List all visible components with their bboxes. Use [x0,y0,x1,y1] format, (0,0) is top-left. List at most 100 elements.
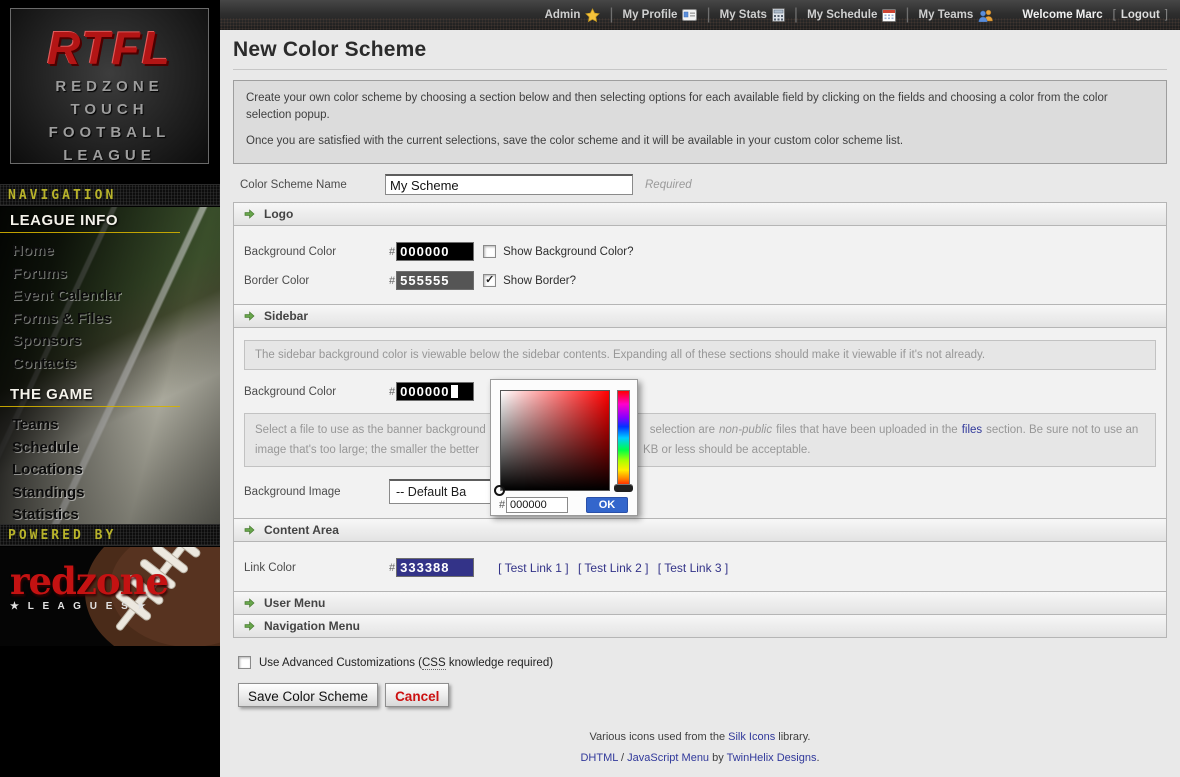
league-logo[interactable]: RTFL REDZONE TOUCH FOOTBALL LEAGUE [10,8,209,164]
sidebar-section-league-info: LEAGUE INFO Home Forums Event Calendar F… [0,212,220,375]
note-text: section. Be sure not to use an [986,424,1138,436]
redzone-leagues-logo[interactable]: redzone ★ L E A G U E S ★ [0,547,220,646]
saturation-value-square[interactable] [500,390,610,491]
footer-text: by [709,752,727,764]
sidebar-item-home[interactable]: Home [0,240,220,263]
league-logo-line: TOUCH [11,98,208,121]
redzone-logo-title: redzone [10,563,168,599]
sidebar-section-title: THE GAME [0,386,180,407]
files-link[interactable]: files [962,424,982,436]
section-header-user-menu[interactable]: User Menu [233,591,1167,615]
section-title: Logo [264,207,293,221]
topbar-item-my-teams[interactable]: My Teams [919,9,995,22]
banner-image-note: Select a file to use as the banner backg… [244,413,1156,467]
footer-text: Various icons used from the [590,731,729,743]
save-color-scheme-button[interactable]: Save Color Scheme [238,683,378,707]
sidebar-item-schedule[interactable]: Schedule [0,437,220,460]
topbar-item-label: My Schedule [807,9,877,21]
hue-slider-handle[interactable] [614,484,633,492]
sidebar-item-sponsors[interactable]: Sponsors [0,330,220,353]
cancel-button[interactable]: Cancel [385,683,449,707]
sidebar-item-standings[interactable]: Standings [0,482,220,505]
twinhelix-link[interactable]: TwinHelix Designs [727,752,817,764]
color-swatch-sidebar-bg[interactable]: 000000 [396,382,474,401]
color-swatch-logo-border[interactable]: 555555 [396,271,474,290]
logout-button[interactable]: Logout [1121,9,1160,21]
topbar-item-admin[interactable]: Admin [545,8,601,23]
note-text: Select a file to use as the banner backg… [255,424,486,436]
section-header-navigation-menu[interactable]: Navigation Menu [233,614,1167,638]
picker-ok-button[interactable]: OK [586,497,628,513]
picker-hex-input[interactable] [506,497,568,513]
dhtml-link[interactable]: DHTML [580,752,617,764]
sidebar-item-locations[interactable]: Locations [0,459,220,482]
scheme-name-input[interactable] [385,174,633,195]
sidebar-item-forms-files[interactable]: Forms & Files [0,308,220,331]
expand-arrow-icon [243,620,255,632]
color-swatch-link-color[interactable]: 333388 [396,558,474,577]
field-row-logo-bg: Background Color # 000000 Show Backgroun… [244,242,1156,261]
label-text: knowledge required) [446,657,553,669]
note-text-italic: non-public [719,424,772,436]
sidebar-item-event-calendar[interactable]: Event Calendar [0,285,220,308]
field-row-background-image: Background Image -- Default Ba [244,479,1156,504]
silk-icons-link[interactable]: Silk Icons [728,731,775,743]
hue-slider-bar[interactable] [617,390,630,486]
hex-hash: # [389,275,395,287]
note-text: files that have been uploaded in the [776,424,958,436]
section-body-sidebar: The sidebar background color is viewable… [233,327,1167,519]
hex-hash: # [389,386,395,398]
footer-text: / [618,752,627,764]
banner-note-line: image that's too large; the smaller the … [255,440,1145,460]
show-border-checkbox[interactable] [483,274,496,287]
expand-arrow-icon [243,310,255,322]
sidebar-nav-list: Home Forums Event Calendar Forms & Files… [0,240,220,375]
section-header-content-area[interactable]: Content Area [233,518,1167,542]
sidebar-bg-note: The sidebar background color is viewable… [244,340,1156,370]
footer-credits-menu: DHTML / JavaScript Menu by TwinHelix Des… [233,752,1167,764]
topbar-item-my-schedule[interactable]: My Schedule [807,8,896,22]
banner-note-line: Select a file to use as the banner backg… [255,420,1145,440]
field-label: Background Image [244,486,389,498]
advanced-customizations-checkbox[interactable] [238,656,251,669]
logout-control: [ Logout ] [1113,9,1168,21]
sidebar-item-contacts[interactable]: Contacts [0,353,220,376]
field-label: Border Color [244,275,389,287]
field-row-sidebar-bg: Background Color # 000000 [244,382,1156,401]
note-text: KB or less should be acceptable. [643,444,811,456]
main-content: New Color Scheme Create your own color s… [220,30,1180,777]
test-link-1[interactable]: [ Test Link 1 ] [498,561,568,575]
test-link-2[interactable]: [ Test Link 2 ] [578,561,648,575]
required-note: Required [645,179,692,191]
topbar-item-my-profile[interactable]: My Profile [623,9,698,21]
group-icon [978,9,994,22]
hex-hash: # [389,246,395,258]
section-header-logo[interactable]: Logo [233,202,1167,226]
note-text: selection are [650,424,715,436]
redzone-logo-subtitle: ★ L E A G U E S ★ [10,601,168,612]
intro-box: Create your own color scheme by choosing… [233,80,1167,164]
test-link-3[interactable]: [ Test Link 3 ] [658,561,728,575]
field-label: Background Color [244,246,389,258]
league-logo-line: FOOTBALL [11,121,208,144]
section-header-sidebar[interactable]: Sidebar [233,304,1167,328]
page-title: New Color Scheme [233,38,1167,62]
vcard-icon [682,9,697,21]
topbar-item-my-stats[interactable]: My Stats [720,8,785,22]
javascript-menu-link[interactable]: JavaScript Menu [627,752,709,764]
show-background-checkbox[interactable] [483,245,496,258]
sidebar-item-teams[interactable]: Teams [0,414,220,437]
color-cursor-circle[interactable] [494,485,505,496]
league-logo-title: RTFL [11,21,208,75]
calculator-icon [772,8,785,22]
field-label: Background Color [244,386,389,398]
color-swatch-logo-bg[interactable]: 000000 [396,242,474,261]
section-title: Navigation Menu [264,619,360,633]
section-title: Sidebar [264,309,308,323]
color-picker-popup: # OK [490,379,638,516]
bracket: [ [1113,9,1116,21]
text-caret [451,385,458,398]
sidebar-item-forums[interactable]: Forums [0,263,220,286]
section-body-content-area: Link Color # 333388 [ Test Link 1 ] [ Te… [233,541,1167,592]
form-buttons: Save Color Scheme Cancel [238,683,1167,707]
